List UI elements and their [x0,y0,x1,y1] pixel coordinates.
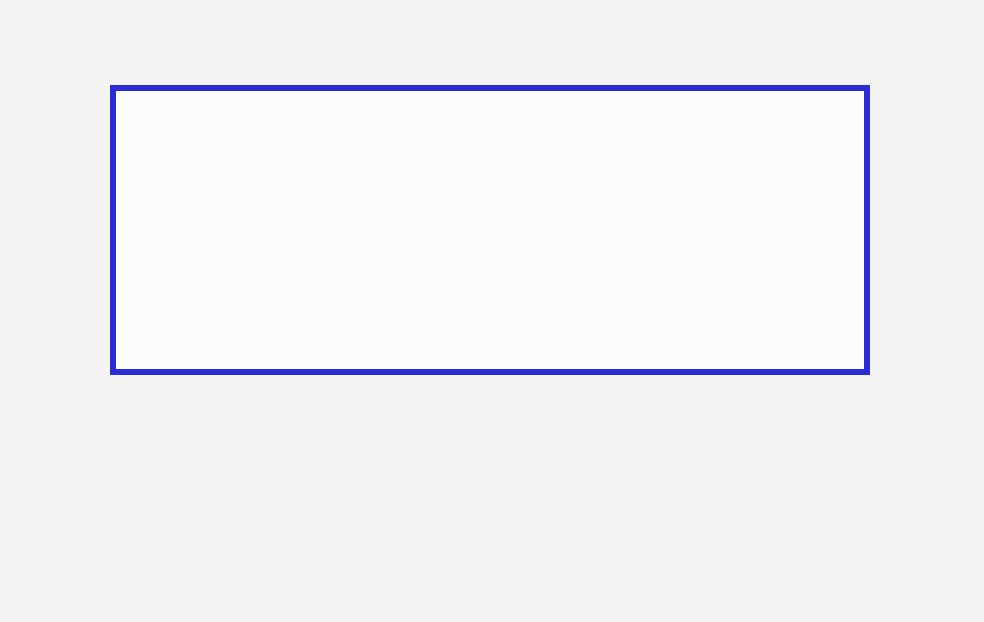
rectangle-shape [110,85,870,375]
